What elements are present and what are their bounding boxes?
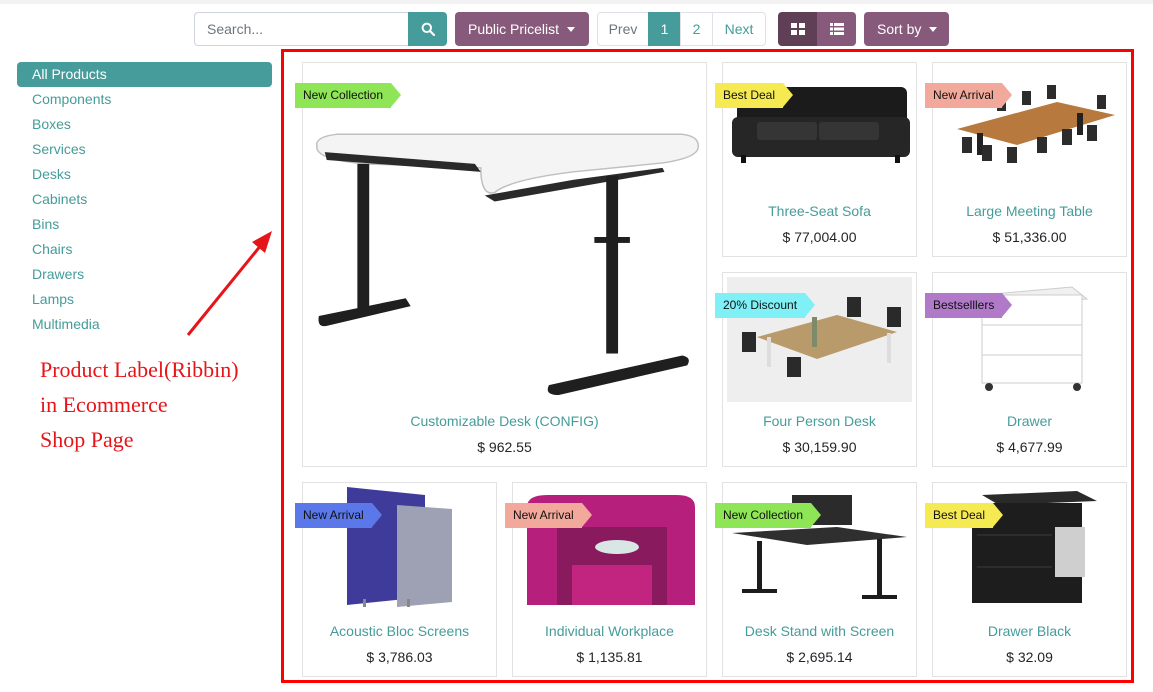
pager-prev[interactable]: Prev bbox=[597, 12, 649, 46]
product-name[interactable]: Individual Workplace bbox=[513, 623, 706, 639]
product-price: $ 2,695.14 bbox=[786, 649, 853, 665]
category-desks[interactable]: Desks bbox=[17, 162, 272, 187]
annotation-text: Product Label(Ribbin) in Ecommerce Shop … bbox=[40, 352, 239, 457]
annotation-arrow bbox=[186, 231, 272, 336]
product-price: $ 1,135.81 bbox=[576, 649, 643, 665]
product-price: $ 30,159.90 bbox=[782, 439, 857, 455]
annotation-line-2: in Ecommerce bbox=[40, 392, 168, 417]
list-view-button[interactable] bbox=[817, 12, 856, 46]
pricelist-label: Public Pricelist bbox=[468, 21, 560, 37]
pager: Prev 1 2 Next bbox=[597, 12, 766, 46]
product-card[interactable]: New Collection Desk Stand with Screen $ … bbox=[715, 482, 917, 677]
desk-image bbox=[307, 67, 702, 407]
ribbon-label: Best Deal bbox=[925, 503, 1004, 528]
ribbon-label: New Arrival bbox=[505, 503, 592, 528]
product-card[interactable]: New Arrival Acoustic Bloc Screens $ 3,78… bbox=[295, 482, 497, 677]
product-name[interactable]: Three-Seat Sofa bbox=[723, 203, 916, 219]
annotation-line-1: Product Label(Ribbin) bbox=[40, 357, 239, 382]
category-cabinets[interactable]: Cabinets bbox=[17, 187, 272, 212]
chevron-down-icon bbox=[567, 26, 576, 32]
sort-by-label: Sort by bbox=[877, 21, 922, 37]
category-services[interactable]: Services bbox=[17, 137, 272, 162]
product-price: $ 77,004.00 bbox=[782, 229, 857, 245]
pager-page-2[interactable]: 2 bbox=[680, 12, 713, 46]
category-boxes[interactable]: Boxes bbox=[17, 112, 272, 137]
pager-next[interactable]: Next bbox=[712, 12, 766, 46]
ribbon-label: Best Deal bbox=[715, 83, 794, 108]
product-card[interactable]: Best Deal Three-Seat Sofa $ 77,004.00 bbox=[715, 62, 917, 257]
pager-page-1[interactable]: 1 bbox=[648, 12, 681, 46]
top-strip bbox=[0, 0, 1153, 4]
product-name[interactable]: Acoustic Bloc Screens bbox=[303, 623, 496, 639]
ribbon-label: New Collection bbox=[295, 83, 402, 108]
ribbon-label: New Collection bbox=[715, 503, 822, 528]
ribbon-label: New Arrival bbox=[925, 83, 1012, 108]
product-name[interactable]: Four Person Desk bbox=[723, 413, 916, 429]
grid-view-button[interactable] bbox=[778, 12, 817, 46]
search-button[interactable] bbox=[408, 12, 447, 46]
search-input[interactable] bbox=[194, 12, 408, 46]
category-components[interactable]: Components bbox=[17, 87, 272, 112]
search-bar bbox=[194, 12, 447, 46]
product-card[interactable]: Bestselllers Drawer $ 4,677.99 bbox=[925, 272, 1127, 467]
product-price: $ 3,786.03 bbox=[366, 649, 433, 665]
view-switcher bbox=[778, 12, 856, 46]
product-name[interactable]: Desk Stand with Screen bbox=[723, 623, 916, 639]
ribbon-label: Bestselllers bbox=[925, 293, 1013, 318]
product-card[interactable]: New Arrival Individual Workplace $ 1,135… bbox=[505, 482, 707, 677]
ribbon-label: 20% Discount bbox=[715, 293, 816, 318]
sort-by-dropdown[interactable]: Sort by bbox=[864, 12, 949, 46]
ribbon-label: New Arrival bbox=[295, 503, 382, 528]
product-price: $ 51,336.00 bbox=[992, 229, 1067, 245]
product-card[interactable]: New Collection Customizable Desk (CONFIG… bbox=[295, 62, 707, 467]
list-icon bbox=[829, 23, 844, 35]
product-name[interactable]: Drawer Black bbox=[933, 623, 1126, 639]
product-price: $ 962.55 bbox=[477, 439, 532, 455]
chevron-down-icon bbox=[929, 26, 938, 32]
product-name[interactable]: Large Meeting Table bbox=[933, 203, 1126, 219]
grid-icon bbox=[790, 23, 805, 35]
product-card[interactable]: Best Deal Drawer Black $ 32.09 bbox=[925, 482, 1127, 677]
product-name[interactable]: Drawer bbox=[933, 413, 1126, 429]
product-card[interactable]: New Arrival Large Meeting Table $ 51,336… bbox=[925, 62, 1127, 257]
pricelist-dropdown[interactable]: Public Pricelist bbox=[455, 12, 589, 46]
search-icon bbox=[421, 22, 435, 36]
product-name[interactable]: Customizable Desk (CONFIG) bbox=[303, 413, 706, 429]
product-price: $ 4,677.99 bbox=[996, 439, 1063, 455]
product-price: $ 32.09 bbox=[1006, 649, 1053, 665]
product-card[interactable]: 20% Discount Four Person Desk $ 30,159.9… bbox=[715, 272, 917, 467]
annotation-line-3: Shop Page bbox=[40, 427, 134, 452]
category-all-products[interactable]: All Products bbox=[17, 62, 272, 87]
